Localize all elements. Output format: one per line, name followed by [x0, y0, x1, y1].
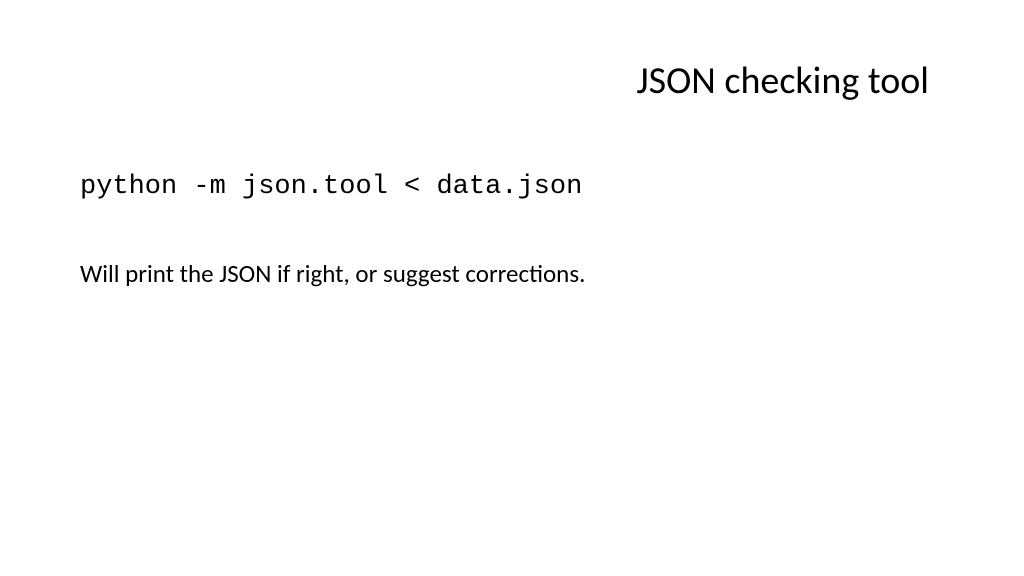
slide-title: JSON checking tool — [637, 58, 929, 104]
description-text: Will print the JSON if right, or suggest… — [80, 258, 585, 289]
code-snippet: python -m json.tool < data.json — [80, 172, 582, 202]
